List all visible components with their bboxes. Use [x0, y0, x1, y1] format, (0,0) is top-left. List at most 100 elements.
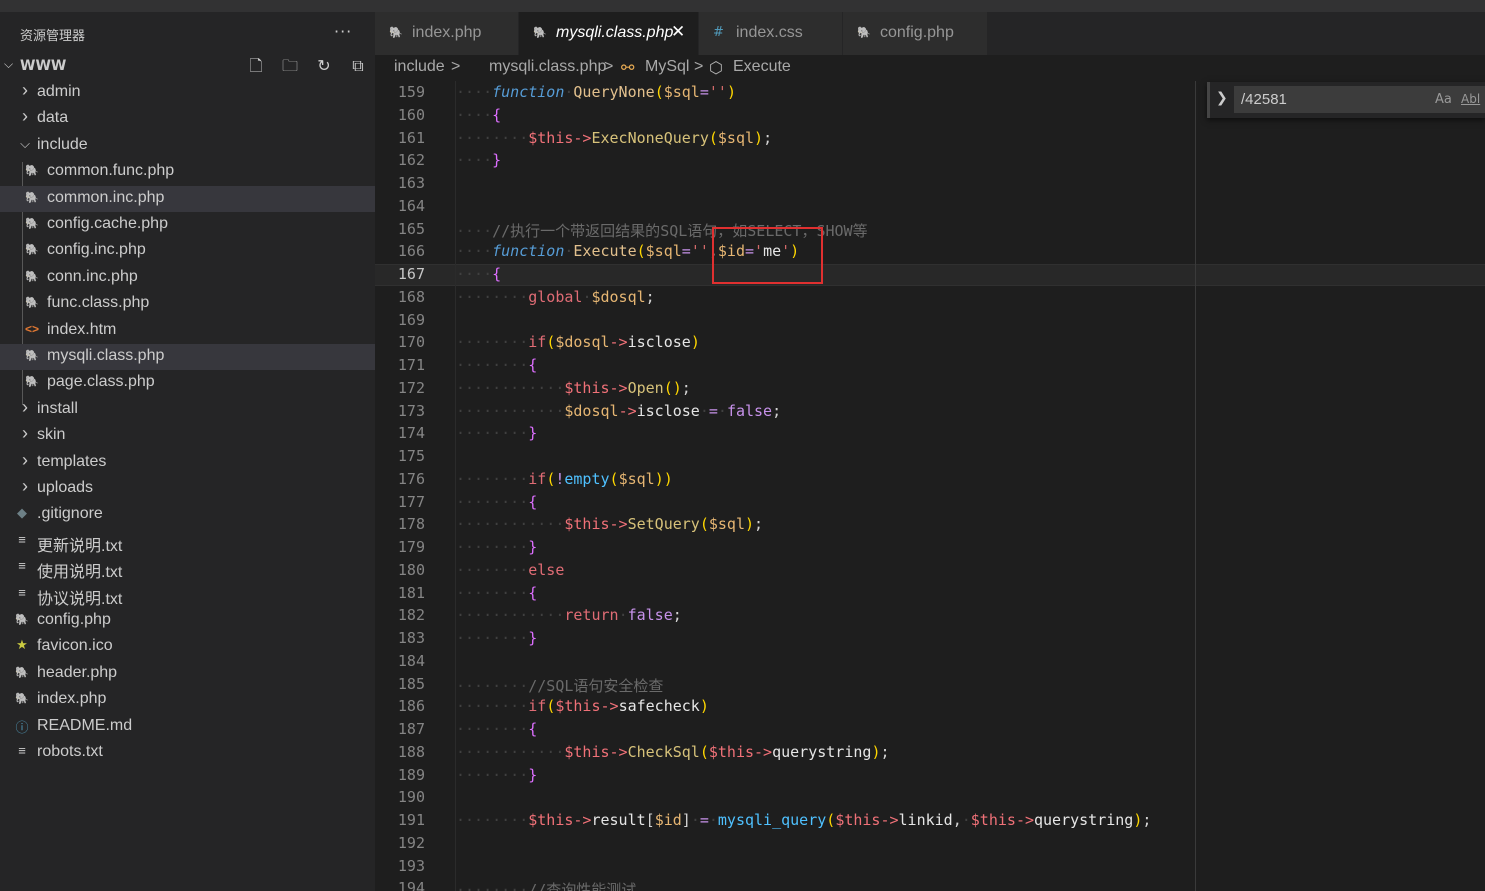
workspace-root[interactable]: ⌵ WWW 🗋 🗀 ↻ ⧉ — [0, 54, 375, 78]
tree-file[interactable]: ≡ 协议说明.txt — [0, 582, 375, 608]
tab-config-php[interactable]: 🐘 config.php — [843, 12, 988, 55]
tree-folder-admin[interactable]: › admin — [0, 80, 375, 106]
chevron-right-icon: › — [22, 449, 28, 470]
code-line: ········} — [456, 538, 538, 556]
tree-file[interactable]: <> index.htm — [0, 318, 375, 344]
tree-item-label: 更新说明.txt — [37, 537, 123, 555]
breadcrumb-item[interactable]: mysqli.class.php — [489, 58, 606, 76]
breadcrumb-item[interactable]: Execute — [733, 58, 791, 76]
tree-file[interactable]: ≡ 使用说明.txt — [0, 555, 375, 581]
tree-file[interactable]: 🐘 mysqli.class.php — [0, 344, 375, 370]
php-icon: 🐘 — [857, 26, 871, 39]
tree-file[interactable]: 🐘 config.php — [0, 608, 375, 634]
tree-file[interactable]: 🐘 config.cache.php — [0, 212, 375, 238]
tab-label: config.php — [880, 24, 954, 41]
refresh-icon[interactable]: ↻ — [314, 57, 334, 75]
text-file-icon: ≡ — [18, 558, 26, 574]
tree-file[interactable]: 🐘 common.func.php — [0, 159, 375, 185]
tree-item-label: page.class.php — [47, 373, 155, 391]
code-line: ············$this->CheckSql($this->query… — [456, 742, 890, 761]
line-number: 191 — [397, 811, 425, 829]
close-icon[interactable]: ✕ — [671, 22, 685, 42]
line-number: 163 — [397, 174, 425, 192]
breadcrumb: include mysqli.class.php MySql Execute > > > ⚯ ⬡ — [375, 55, 1485, 81]
line-number: 179 — [397, 538, 425, 556]
code-line: ········{ — [456, 492, 538, 511]
line-number: 159 — [397, 83, 425, 101]
code-editor[interactable]: 159 ····function·QueryNone($sql='') 160 ···… — [375, 81, 1485, 891]
line-number: 167 — [397, 265, 425, 283]
code-line: ········{ — [456, 356, 538, 374]
tree-file[interactable]: ≡ robots.txt — [0, 740, 375, 766]
explorer-sidebar: 资源管理器 ··· ⌵ WWW 🗋 🗀 ↻ ⧉ › admin › data ⌵ incl… — [0, 12, 375, 891]
code-line: ········if($this->safecheck) — [456, 697, 709, 716]
line-number: 193 — [397, 856, 425, 875]
code-line: ········global·$dosql; — [456, 287, 655, 306]
tree-item-label: func.class.php — [47, 294, 150, 312]
new-file-icon[interactable]: 🗋 — [246, 57, 266, 75]
line-number: 194 — [397, 879, 425, 891]
tree-folder-templates[interactable]: › templates — [0, 450, 375, 476]
tree-item-label: common.func.php — [47, 162, 175, 180]
code-line: ········$this->ExecNoneQuery($sql); — [456, 128, 773, 147]
php-icon: 🐘 — [25, 191, 39, 204]
tree-item-label: index.htm — [47, 320, 117, 338]
whole-word-toggle[interactable]: Abl — [1461, 92, 1480, 106]
line-number: 187 — [397, 720, 425, 738]
tree-item-label: config.cache.php — [47, 215, 168, 232]
tree-file[interactable]: ⓘ README.md — [0, 714, 375, 740]
more-actions-button[interactable]: ··· — [334, 22, 352, 41]
tree-item-label: header.php — [37, 663, 118, 681]
line-number: 168 — [397, 287, 425, 306]
tree-file[interactable]: ◆ .gitignore — [0, 502, 375, 528]
tree-item-label: 协议说明.txt — [37, 590, 123, 608]
php-icon: 🐘 — [25, 270, 39, 283]
line-number: 184 — [397, 651, 425, 670]
chevron-right-icon[interactable]: ❯ — [1216, 90, 1228, 106]
tree-file[interactable]: 🐘 common.inc.php — [0, 185, 375, 212]
line-number: 188 — [397, 742, 425, 761]
tree-file[interactable]: 🐘 func.class.php — [0, 291, 375, 317]
tree-file[interactable]: 🐘 config.inc.php — [0, 238, 375, 264]
collapse-all-icon[interactable]: ⧉ — [348, 57, 368, 75]
breadcrumb-item[interactable]: include — [394, 58, 445, 76]
line-number: 170 — [397, 333, 425, 352]
line-number: 183 — [397, 629, 425, 647]
tree-file[interactable]: 🐘 header.php — [0, 661, 375, 687]
php-icon: 🐘 — [389, 26, 403, 39]
find-input-value: /42581 — [1241, 91, 1287, 108]
code-line: ········} — [456, 765, 538, 784]
tree-folder-data[interactable]: › data — [0, 106, 375, 132]
tree-file[interactable]: ★ favicon.ico — [0, 634, 375, 660]
tree-item-label: 使用说明.txt — [37, 564, 123, 582]
find-input[interactable]: /42581 Aa Abl — [1234, 86, 1485, 113]
code-line: ········else — [456, 560, 565, 579]
tree-item-label: favicon.ico — [37, 637, 113, 655]
line-number: 166 — [397, 242, 425, 261]
tree-file[interactable]: 🐘 index.php — [0, 687, 375, 713]
tree-folder-include[interactable]: ⌵ include — [0, 133, 375, 159]
tab-index-css[interactable]: # index.css — [699, 12, 843, 55]
tree-folder-install[interactable]: › install — [0, 397, 375, 423]
tree-item-label: install — [37, 399, 78, 417]
tree-file[interactable]: ≡ 更新说明.txt — [0, 529, 375, 555]
breadcrumb-item[interactable]: MySql — [645, 58, 689, 76]
menu-bar — [0, 0, 1485, 12]
text-file-icon: ≡ — [18, 584, 26, 600]
line-number: 174 — [397, 424, 425, 443]
new-folder-icon[interactable]: 🗀 — [280, 57, 300, 75]
tree-item-label: templates — [37, 452, 107, 470]
code-line: ········$this->result[$id]·=·mysqli_quer… — [456, 811, 1152, 829]
tab-index-php[interactable]: 🐘 index.php — [375, 12, 519, 55]
tab-mysqli-class-php[interactable]: 🐘 mysqli.class.php ✕ — [519, 12, 699, 55]
chevron-right-icon: › — [22, 80, 28, 100]
tree-folder-skin[interactable]: › skin — [0, 423, 375, 449]
html-icon: <> — [25, 321, 40, 336]
tree-file[interactable]: 🐘 conn.inc.php — [0, 265, 375, 291]
code-line: ····} — [456, 151, 502, 170]
match-case-toggle[interactable]: Aa — [1435, 92, 1452, 107]
tree-folder-uploads[interactable]: › uploads — [0, 476, 375, 502]
tree-item-label: index.php — [37, 690, 107, 708]
tree-file[interactable]: 🐘 page.class.php — [0, 370, 375, 396]
line-number: 182 — [397, 606, 425, 625]
